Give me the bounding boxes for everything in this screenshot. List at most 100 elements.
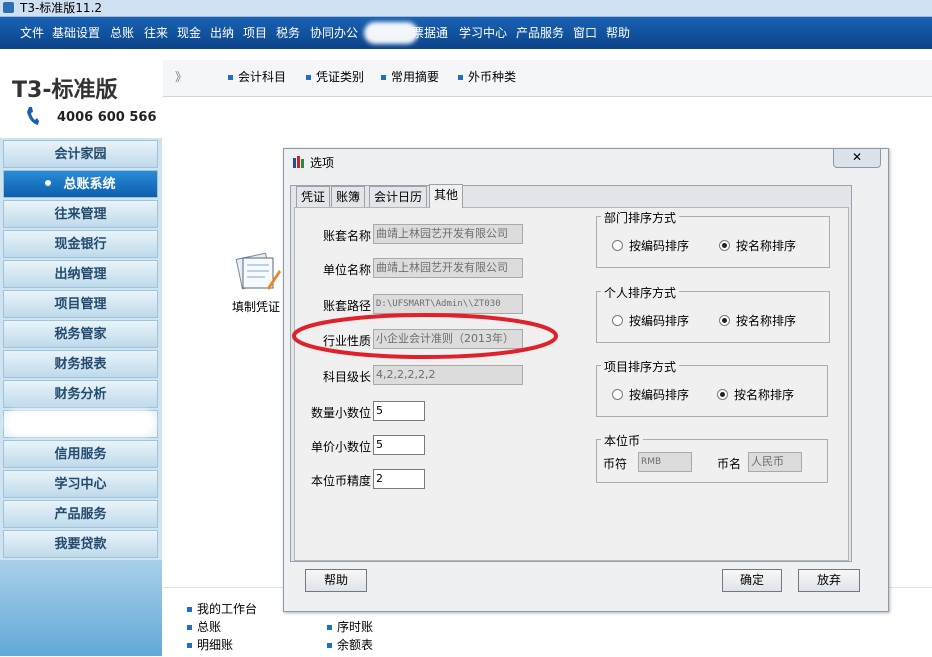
radio-selected-icon: [717, 389, 728, 400]
radio-person-by-name-label: 按名称排序: [736, 314, 797, 328]
menu-window[interactable]: 窗口: [573, 17, 597, 49]
toolbar: 》 会计科目 凭证类别 常用摘要 外币种类: [163, 60, 932, 97]
link-balance[interactable]: 余额表: [327, 636, 373, 653]
books-icon: [292, 155, 306, 169]
tab-other[interactable]: 其他: [429, 184, 464, 208]
group-person-sort-title: 个人排序方式: [601, 284, 680, 301]
menu-basic-settings[interactable]: 基础设置: [52, 17, 100, 49]
bullet-icon: [187, 607, 192, 612]
window-title: T3-标准版11.2: [20, 1, 103, 15]
bullet-icon: [306, 75, 311, 80]
sidebar-item-loan[interactable]: 我要贷款: [3, 530, 158, 558]
radio-project-by-name[interactable]: 按名称排序: [717, 386, 794, 403]
toolbar-accounts-label: 会计科目: [238, 70, 287, 84]
toolbar-currencies[interactable]: 外币种类: [458, 60, 516, 94]
sidebar-item-tax[interactable]: 税务管家: [3, 320, 158, 348]
sidebar-item-learning[interactable]: 学习中心: [3, 470, 158, 498]
radio-project-by-code-label: 按编码排序: [629, 388, 690, 402]
bullet-icon: [228, 75, 233, 80]
voucher-entry-label[interactable]: 填制凭证: [232, 298, 280, 315]
dialog-title: 选项: [310, 156, 335, 170]
sidebar-item-products[interactable]: 产品服务: [3, 500, 158, 528]
tab-voucher[interactable]: 凭证: [296, 186, 331, 207]
input-qty-decimals[interactable]: 5: [373, 401, 425, 421]
sidebar-item-cashier[interactable]: 出纳管理: [3, 260, 158, 288]
radio-icon: [612, 389, 623, 400]
bullet-icon: [381, 75, 386, 80]
link-general-ledger-label: 总账: [197, 620, 222, 634]
brand-area: T3-标准版 4006 600 566: [0, 50, 162, 138]
link-detail-ledger-label: 明细账: [197, 638, 234, 652]
cancel-button[interactable]: 放弃: [798, 569, 860, 592]
options-dialog: 选项 ✕ 凭证 账簿 会计日历 其他 账套名称 曲靖上林园艺开发有限公司 单位名…: [283, 148, 889, 612]
sidebar-item-project[interactable]: 项目管理: [3, 290, 158, 318]
bullet-icon: [187, 643, 192, 648]
bullet-icon: [458, 75, 463, 80]
help-button[interactable]: 帮助: [305, 569, 367, 592]
sidebar-item-reports[interactable]: 财务报表: [3, 350, 158, 378]
link-workbench-label: 我的工作台: [197, 602, 258, 616]
link-journal[interactable]: 序时账: [327, 618, 373, 635]
field-unit-name: 曲靖上林园艺开发有限公司: [373, 258, 523, 278]
radio-person-by-name[interactable]: 按名称排序: [719, 312, 796, 329]
menu-receivables[interactable]: 往来: [144, 17, 168, 49]
annotation-ellipse: [292, 313, 558, 359]
link-general-ledger[interactable]: 总账: [187, 618, 221, 635]
menu-general-ledger[interactable]: 总账: [110, 17, 134, 49]
redaction-blur: [364, 22, 418, 44]
menu-tax[interactable]: 税务: [276, 17, 300, 49]
tab-calendar[interactable]: 会计日历: [369, 186, 428, 207]
radio-person-by-code[interactable]: 按编码排序: [612, 312, 689, 329]
menu-cash[interactable]: 现金: [177, 17, 201, 49]
label-currency-symbol: 币符: [603, 457, 628, 471]
ok-button[interactable]: 确定: [722, 569, 782, 592]
menu-cashier[interactable]: 出纳: [210, 17, 234, 49]
label-account-set-name: 账套名称: [322, 229, 371, 243]
brand-phone: 4006 600 566: [57, 110, 157, 125]
redaction-blur: [5, 410, 155, 436]
brand-logo: T3-标准版: [12, 78, 118, 103]
toolbar-summaries[interactable]: 常用摘要: [381, 60, 439, 94]
sidebar-item-receivables[interactable]: 往来管理: [3, 200, 158, 228]
label-price-decimals: 单价小数位: [310, 440, 371, 454]
input-currency-precision[interactable]: 2: [373, 469, 425, 489]
toolbar-summaries-label: 常用摘要: [391, 70, 440, 84]
menu-products[interactable]: 产品服务: [516, 17, 564, 49]
radio-dept-by-name[interactable]: 按名称排序: [719, 237, 796, 254]
sidebar-item-home[interactable]: 会计家园: [3, 140, 158, 168]
group-project-sort-title: 项目排序方式: [601, 358, 680, 375]
menu-project[interactable]: 项目: [243, 17, 267, 49]
collapse-chevron-icon[interactable]: 》: [175, 60, 187, 94]
sidebar-item-analysis[interactable]: 财务分析: [3, 380, 158, 408]
toolbar-voucher-types[interactable]: 凭证类别: [306, 60, 364, 94]
tab-ledger[interactable]: 账簿: [331, 186, 366, 207]
link-detail-ledger[interactable]: 明细账: [187, 636, 233, 653]
radio-selected-icon: [719, 315, 730, 326]
link-journal-label: 序时账: [337, 620, 374, 634]
radio-person-by-code-label: 按编码排序: [629, 314, 690, 328]
label-currency-name: 币名: [717, 457, 742, 471]
menu-help[interactable]: 帮助: [606, 17, 630, 49]
radio-dept-by-code-label: 按编码排序: [629, 239, 690, 253]
bullet-icon: [327, 625, 332, 630]
close-icon[interactable]: ✕: [833, 149, 881, 168]
radio-dept-by-code[interactable]: 按编码排序: [612, 237, 689, 254]
radio-project-by-name-label: 按名称排序: [734, 388, 795, 402]
sidebar-footer: [0, 560, 162, 656]
menu-collaboration[interactable]: 协同办公: [310, 17, 358, 49]
radio-selected-icon: [719, 240, 730, 251]
sidebar-item-credit[interactable]: 信用服务: [3, 440, 158, 468]
radio-project-by-code[interactable]: 按编码排序: [612, 386, 689, 403]
menu-learning[interactable]: 学习中心: [459, 17, 507, 49]
radio-icon: [612, 315, 623, 326]
label-unit-name: 单位名称: [322, 263, 371, 277]
sidebar-item-cash-bank[interactable]: 现金银行: [3, 230, 158, 258]
voucher-entry-icon[interactable]: [235, 250, 281, 292]
label-subject-levels: 科目级长: [322, 370, 371, 384]
label-currency-precision: 本位币精度: [310, 474, 371, 488]
link-workbench[interactable]: 我的工作台: [187, 600, 257, 617]
menu-file[interactable]: 文件: [20, 17, 44, 49]
input-price-decimals[interactable]: 5: [373, 435, 425, 455]
toolbar-accounts[interactable]: 会计科目: [228, 60, 286, 94]
sidebar-item-gl[interactable]: 总账系统: [3, 170, 158, 198]
